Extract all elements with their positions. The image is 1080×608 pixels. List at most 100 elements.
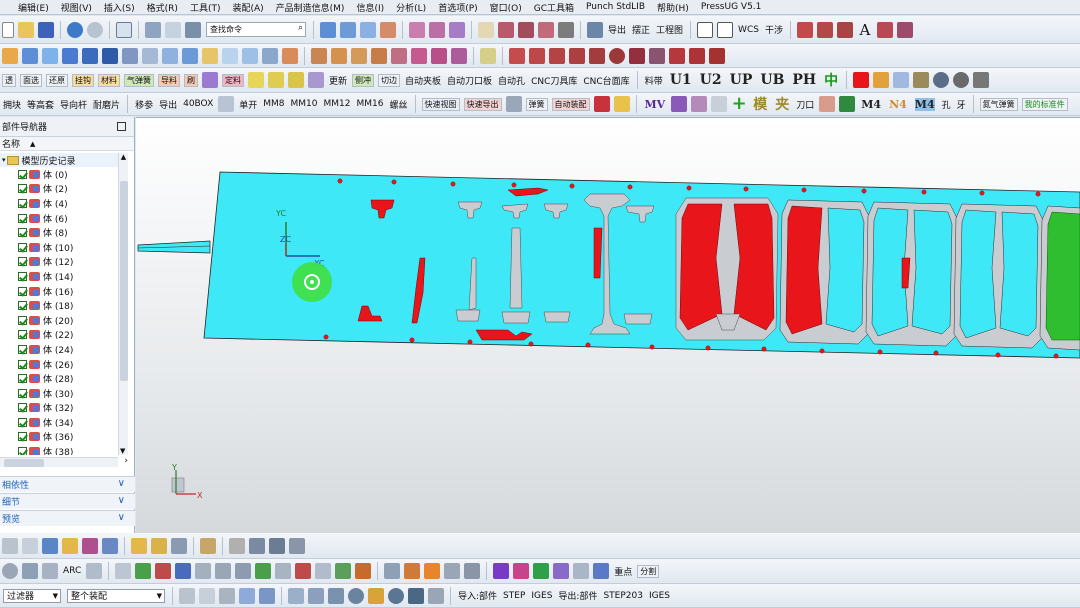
material-guide-button[interactable]: 导料	[158, 73, 180, 87]
sketch-trim-icon[interactable]	[295, 563, 312, 579]
pink-grid-icon[interactable]	[513, 563, 530, 579]
sphere-icon[interactable]	[933, 72, 950, 88]
snap-intersect-icon[interactable]	[368, 587, 384, 604]
visibility-checkbox[interactable]	[18, 242, 27, 252]
chamfer-icon[interactable]	[142, 47, 158, 64]
sketch-line-red-icon[interactable]	[155, 563, 172, 579]
corner-line-icon[interactable]	[464, 563, 481, 579]
sketch-curve-icon[interactable]	[335, 563, 352, 579]
quick-view-button[interactable]: 快速视图	[421, 97, 460, 111]
assembly-icon[interactable]	[2, 537, 18, 554]
mm10-button[interactable]: MM10	[291, 99, 318, 109]
sketch-corner-icon[interactable]	[86, 563, 103, 579]
person-icon[interactable]	[691, 96, 708, 112]
fillet-icon[interactable]	[518, 21, 534, 38]
menu-view[interactable]: 视图(V)	[61, 1, 92, 14]
visibility-checkbox[interactable]	[18, 184, 27, 194]
surface-sweep-icon[interactable]	[360, 21, 376, 38]
mate-icon[interactable]	[82, 537, 98, 554]
sketch-blend-icon[interactable]	[255, 563, 272, 579]
mm12-button[interactable]: MM12	[324, 99, 351, 109]
visibility-checkbox[interactable]	[18, 301, 27, 311]
tree-item-body[interactable]: 体 (22)	[0, 328, 118, 343]
hook-button[interactable]: 挂钩	[72, 73, 94, 87]
hole-icon[interactable]	[102, 47, 118, 64]
scrollbar-thumb[interactable]	[4, 459, 44, 467]
update-button[interactable]: 更新	[329, 74, 347, 87]
navigator-vertical-scrollbar[interactable]: ▲ ▼	[118, 153, 128, 455]
single-open-button[interactable]: 单开	[239, 98, 257, 111]
import-part-button[interactable]: 导入:部件	[458, 589, 497, 602]
draw-hook-icon[interactable]	[711, 96, 728, 112]
wear-plate-button[interactable]: 耐磨片	[93, 98, 120, 111]
sketch-pattern-icon[interactable]	[355, 563, 372, 579]
tree-item-body[interactable]: 体 (30)	[0, 386, 118, 401]
surface-mesh-icon[interactable]	[340, 21, 356, 38]
mirror-icon[interactable]	[896, 21, 913, 38]
pattern-icon[interactable]	[371, 47, 387, 64]
visibility-checkbox[interactable]	[18, 169, 27, 179]
spring-button[interactable]: 弹簧	[525, 97, 548, 111]
sketch-offset-icon[interactable]	[195, 563, 212, 579]
menu-help[interactable]: 帮助(H)	[657, 1, 689, 14]
box-icon[interactable]	[2, 47, 18, 64]
tree-item-body[interactable]: 体 (28)	[0, 371, 118, 386]
export-button[interactable]: 导出	[608, 23, 626, 36]
menu-edit[interactable]: 编辑(E)	[18, 1, 49, 14]
wrap-icon[interactable]	[451, 47, 467, 64]
select-remove-icon[interactable]	[219, 587, 235, 604]
expand-icon[interactable]: ▾	[2, 156, 6, 164]
restore-window-icon[interactable]	[117, 122, 126, 131]
grid-icon[interactable]	[649, 47, 665, 64]
cube-view-icon[interactable]	[239, 587, 255, 604]
move-component-icon[interactable]	[102, 537, 118, 554]
yellow-block-icon[interactable]	[248, 72, 264, 88]
key-point-button[interactable]: 重点	[614, 565, 632, 578]
interference-button[interactable]: 干涉	[765, 23, 783, 36]
line-2d-icon[interactable]	[509, 47, 525, 64]
cnc-table-lib-button[interactable]: CNC台面库	[583, 74, 629, 87]
curve-orange-icon[interactable]	[424, 563, 441, 579]
visibility-checkbox[interactable]	[18, 228, 27, 238]
clip-icon[interactable]	[229, 537, 245, 554]
line-perpendicular-icon[interactable]	[589, 47, 605, 64]
link-icon[interactable]	[480, 47, 496, 64]
subtract-icon[interactable]	[331, 47, 347, 64]
split-button[interactable]: 分割	[637, 564, 660, 578]
import-step-button[interactable]: STEP	[503, 591, 525, 601]
sketch-fillet-icon[interactable]	[22, 563, 38, 579]
snap-mid-icon[interactable]	[328, 587, 344, 604]
rotate-icon[interactable]	[876, 21, 893, 38]
visibility-checkbox[interactable]	[18, 286, 27, 296]
red-cube-icon[interactable]	[593, 96, 610, 112]
pencil-icon[interactable]	[145, 21, 161, 38]
tree-item-body[interactable]: 体 (10)	[0, 240, 118, 255]
screw-button[interactable]: 螺丝	[389, 98, 407, 111]
scrap-icon[interactable]	[873, 72, 890, 88]
draft-icon[interactable]	[182, 47, 198, 64]
shell-icon[interactable]	[162, 47, 178, 64]
tree-item-body[interactable]: 体 (0)	[0, 167, 118, 182]
dim-icon[interactable]	[384, 563, 401, 579]
auto-clamp-plate-button[interactable]: 自动夹板	[405, 74, 441, 87]
black-block-icon[interactable]	[913, 72, 930, 88]
sew-icon[interactable]	[242, 47, 258, 64]
green-curve-icon[interactable]	[533, 563, 550, 579]
tree-item-body[interactable]: 体 (16)	[0, 284, 118, 299]
line-icon[interactable]	[796, 21, 813, 38]
sketch-project-icon[interactable]	[275, 563, 292, 579]
snap-center-icon[interactable]	[348, 587, 364, 604]
surface-icon[interactable]	[320, 21, 336, 38]
explode-icon[interactable]	[289, 537, 305, 554]
snap-quadrant-icon[interactable]	[388, 587, 404, 604]
green-plus-icon[interactable]: +	[731, 95, 747, 113]
die-button[interactable]: 模	[753, 94, 767, 114]
curve-blend-icon[interactable]	[409, 21, 425, 38]
text-icon[interactable]: A	[857, 22, 873, 38]
visibility-checkbox[interactable]	[18, 374, 27, 384]
navigator-horizontal-scrollbar[interactable]: ›	[0, 456, 128, 467]
trim-edge-button[interactable]: 切边	[378, 73, 401, 87]
tree-item-body[interactable]: 体 (2)	[0, 182, 118, 197]
tree-item-body[interactable]: 体 (26)	[0, 357, 118, 372]
visibility-checkbox[interactable]	[18, 271, 27, 281]
